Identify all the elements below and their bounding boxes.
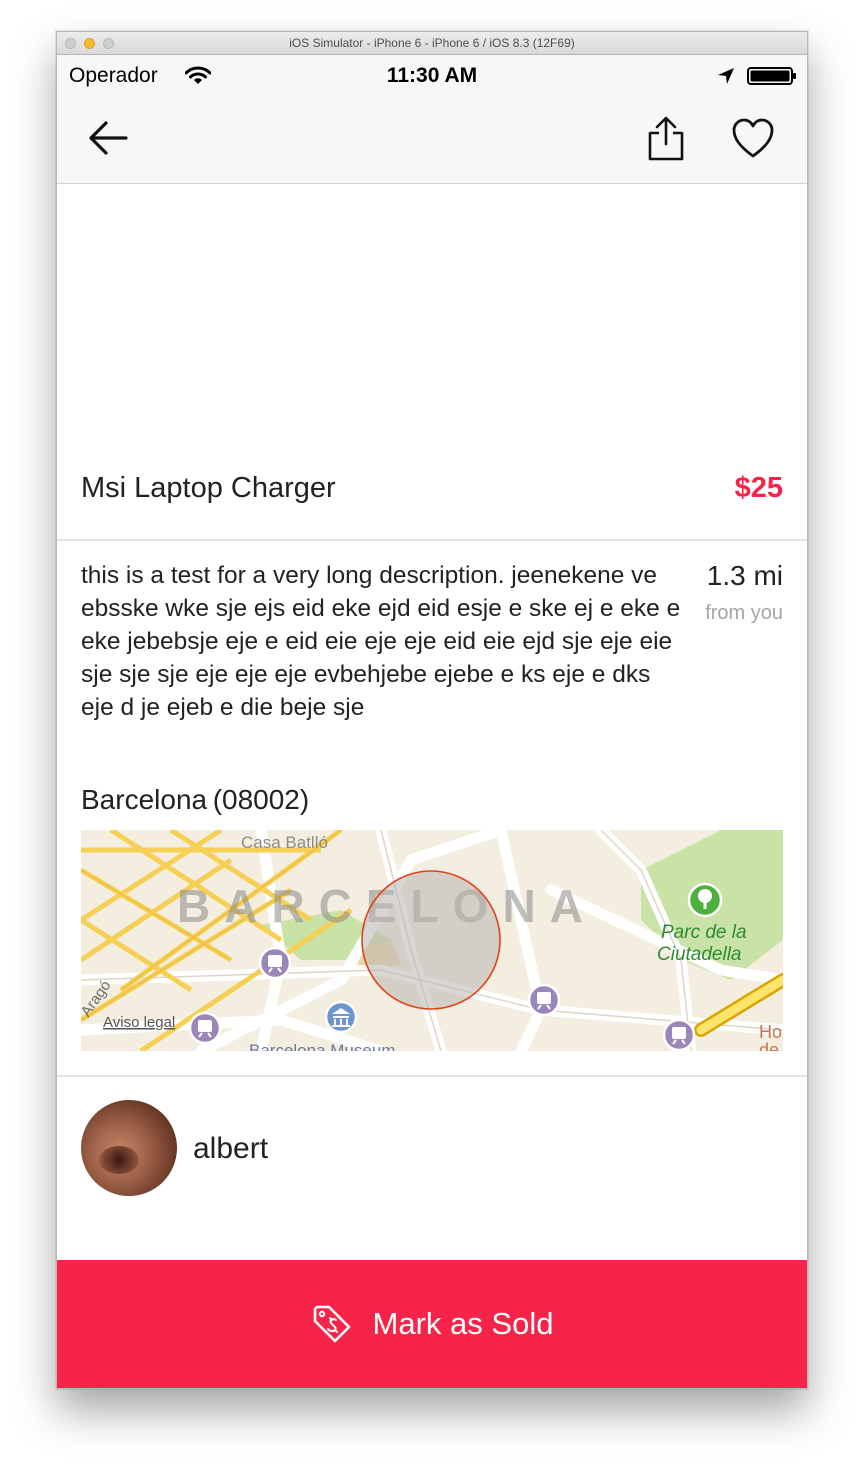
product-image-area[interactable] xyxy=(57,184,807,454)
seller-avatar[interactable] xyxy=(81,1100,177,1196)
transit-icon xyxy=(188,1011,222,1045)
share-icon xyxy=(648,116,684,161)
map-poi-museum: Barcelona Museum xyxy=(249,1041,395,1051)
mark-as-sold-label: Mark as Sold xyxy=(372,1306,554,1341)
simulator-window: iOS Simulator - iPhone 6 - iPhone 6 / iO… xyxy=(56,31,808,1389)
location-label: Barcelona (08002) xyxy=(81,784,310,815)
share-button[interactable] xyxy=(641,113,691,163)
transit-icon xyxy=(258,946,292,980)
divider xyxy=(57,1075,807,1077)
location-radius-circle xyxy=(361,870,501,1010)
clock: 11:30 AM xyxy=(386,64,478,87)
map-legal-link: Aviso legal xyxy=(103,1014,175,1031)
distance-caption: from you xyxy=(705,602,783,624)
price-tag-icon xyxy=(313,1305,350,1343)
arrow-left-icon xyxy=(89,121,128,155)
transit-icon xyxy=(662,1018,696,1051)
product-description: this is a test for a very long descripti… xyxy=(81,562,681,721)
museum-icon xyxy=(324,1000,358,1034)
back-button[interactable] xyxy=(83,113,133,163)
divider xyxy=(57,539,807,541)
product-title: Msi Laptop Charger xyxy=(81,472,336,504)
mark-as-sold-button[interactable]: Mark as Sold xyxy=(57,1260,807,1388)
map-poi-casa: Casa Batlló xyxy=(241,833,328,852)
location-map[interactable]: BARCELONA Casa Batlló Parc de la Ciutade… xyxy=(81,830,783,1051)
status-bar: Operador 11:30 AM xyxy=(57,55,807,95)
product-price: $25 xyxy=(734,472,783,504)
navigation-bar xyxy=(57,95,807,184)
seller-row[interactable]: albert xyxy=(57,1078,807,1218)
favorite-button[interactable] xyxy=(728,113,778,163)
battery-icon xyxy=(747,67,796,85)
seller-name: albert xyxy=(193,1132,269,1165)
heart-icon xyxy=(732,118,774,158)
distance-value: 1.3 mi xyxy=(706,560,783,591)
location-arrow-icon xyxy=(718,68,734,84)
map-edge-text-2: de xyxy=(759,1040,779,1051)
transit-icon xyxy=(527,983,561,1017)
map-poi-park-2: Ciutadella xyxy=(657,944,742,965)
map-edge-text-1: Ho xyxy=(759,1022,782,1042)
map-poi-park-1: Parc de la xyxy=(661,922,747,943)
window-title: iOS Simulator - iPhone 6 - iPhone 6 / iO… xyxy=(289,36,575,50)
park-tree-icon xyxy=(687,882,723,918)
window-titlebar: iOS Simulator - iPhone 6 - iPhone 6 / iO… xyxy=(57,32,807,55)
